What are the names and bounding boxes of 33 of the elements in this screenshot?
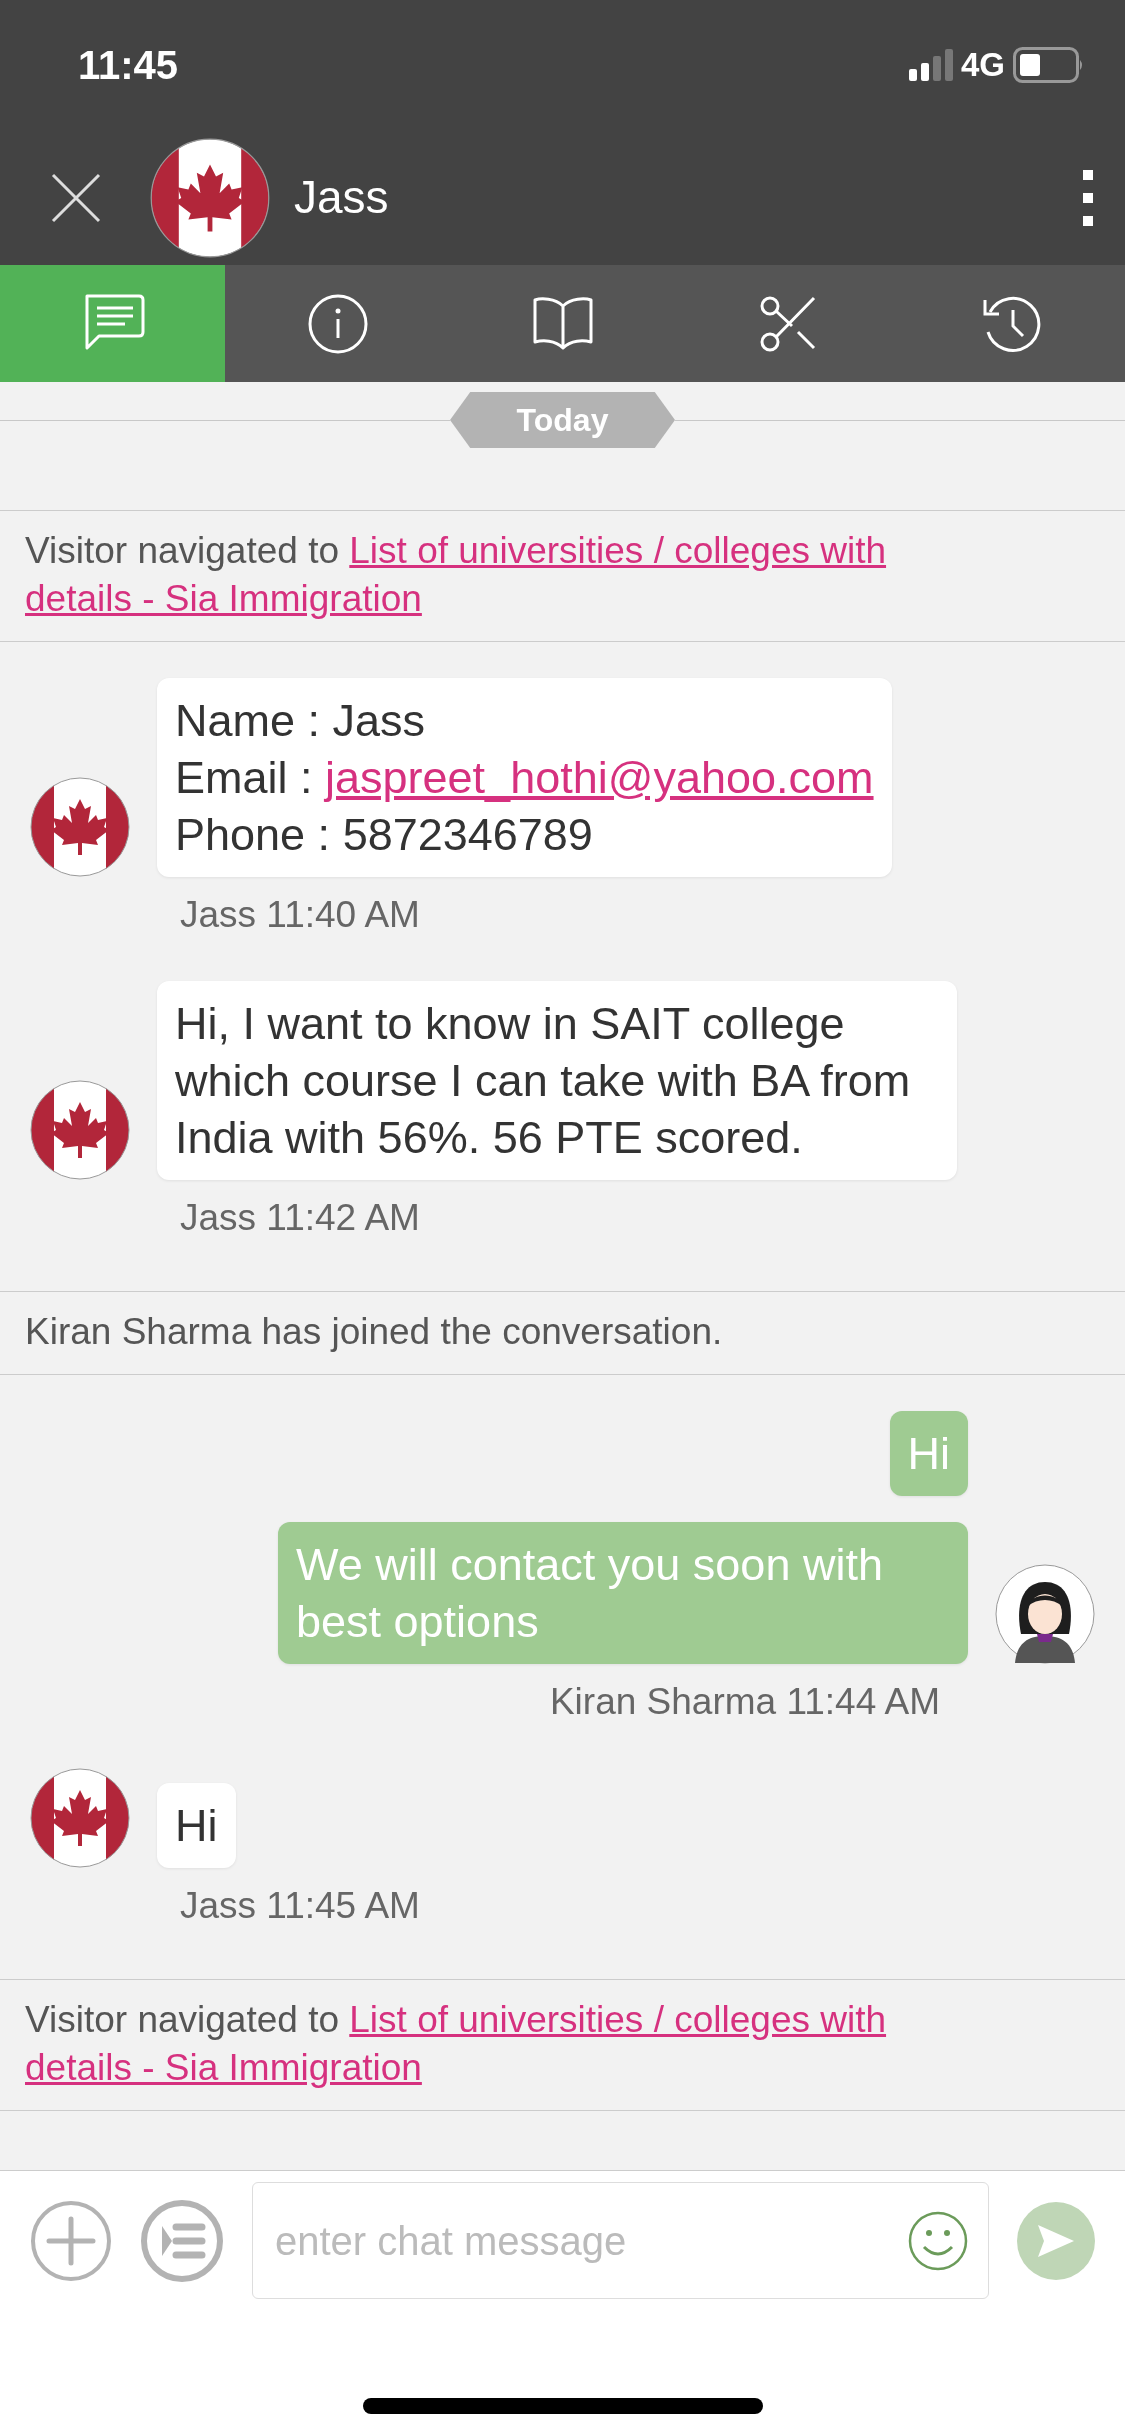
maple-leaf-flag-icon: [30, 777, 130, 877]
system-notice: Kiran Sharma has joined the conversation.: [25, 1310, 724, 1354]
network-label: 4G: [960, 45, 1005, 86]
more-menu-button[interactable]: [1081, 167, 1095, 228]
status-time: 11:45: [78, 42, 179, 89]
signal-icon: [908, 49, 953, 81]
message-sender-time: Jass 11:45 AM: [179, 1883, 421, 1928]
navigation-notice: Visitor navigated to List of universities / colleges with details - Sia Immigration: [25, 529, 888, 621]
message-sender-time: Kiran Sharma 11:44 AM: [548, 1680, 941, 1724]
email-link[interactable]: jaspreet_hothi@yahoo.com: [325, 752, 874, 803]
send-icon: [1036, 2222, 1076, 2259]
navigation-notice: Visitor navigated to List of universities / colleges with details - Sia Immigration: [25, 1998, 888, 2090]
message-text: Hi: [907, 1427, 950, 1481]
add-button[interactable]: [30, 2199, 112, 2282]
date-separator: Today: [450, 392, 675, 448]
message-text: Email : jaspreet_hothi@yahoo.com: [175, 751, 874, 805]
smiley-icon[interactable]: [908, 2210, 968, 2271]
message-text: We will contact you soon with best options: [296, 1538, 884, 1649]
message-text: Name : Jass: [175, 694, 427, 748]
message-text: Phone : 5872346789: [175, 808, 594, 862]
canned-list-button[interactable]: [140, 2198, 224, 2283]
message-sender-time: Jass 11:42 AM: [179, 1195, 421, 1240]
message-input-box[interactable]: enter chat message: [252, 2182, 989, 2299]
maple-leaf-flag-icon: [30, 1767, 130, 1868]
message-text: Hi, I want to know in SAIT college which course I can take with BA from India with 56%. 56 PTE scored.: [175, 996, 912, 1165]
close-button[interactable]: [50, 171, 102, 224]
maple-leaf-flag-icon: [150, 137, 270, 258]
contact-name: Jass: [294, 170, 389, 225]
message-sender-time: Jass 11:40 AM: [179, 893, 421, 937]
maple-leaf-flag-icon: [30, 1079, 130, 1180]
message-text: Hi: [175, 1798, 218, 1853]
chat-tab[interactable]: [0, 265, 225, 382]
battery-icon: [1013, 47, 1085, 83]
